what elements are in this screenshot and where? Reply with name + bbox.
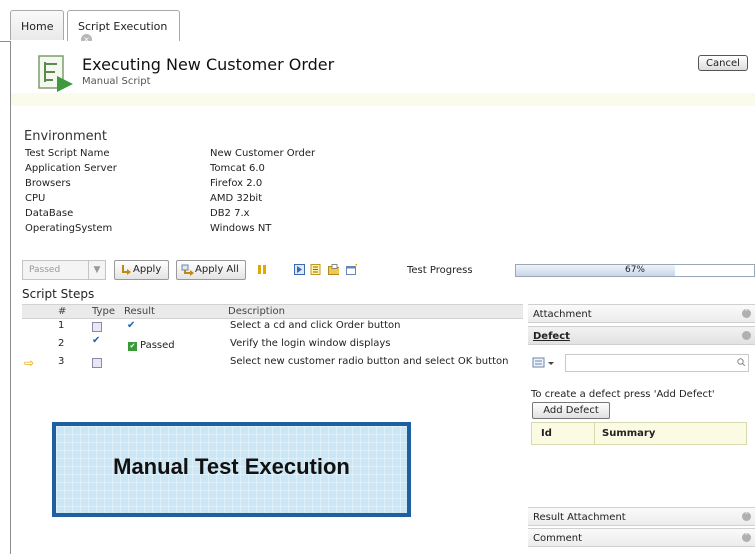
page-subtitle: Manual Script xyxy=(82,76,151,87)
search-icon[interactable] xyxy=(737,358,745,366)
step-num: 3 xyxy=(58,356,65,367)
add-defect-button[interactable]: Add Defect xyxy=(532,402,610,419)
env-value: Firefox 2.0 xyxy=(210,178,263,189)
environment-title: Environment xyxy=(24,129,108,144)
manual-step-icon xyxy=(92,358,102,368)
defect-search-bar xyxy=(531,354,753,373)
page-title: Executing New Customer Order xyxy=(82,55,335,74)
result-attachment-label: Result Attachment xyxy=(533,512,626,523)
step-result: ✔ Passed xyxy=(128,340,175,351)
cancel-button[interactable]: Cancel xyxy=(698,55,748,71)
step-into-icon[interactable] xyxy=(294,264,305,275)
col-id: Id xyxy=(541,428,552,439)
env-value: New Customer Order xyxy=(210,148,316,159)
filter-icon[interactable] xyxy=(531,356,559,371)
result-attachment-panel-header[interactable]: Result Attachment ˄ xyxy=(528,507,755,526)
apply-label: Apply xyxy=(133,264,162,275)
test-progress-bar: 67% xyxy=(515,264,755,277)
collapse-icon[interactable] xyxy=(742,331,751,340)
apply-all-icon xyxy=(181,264,194,276)
step-result-text: Passed xyxy=(140,340,175,351)
status-select[interactable]: Passed ▼ xyxy=(22,260,106,280)
tab-home[interactable]: Home xyxy=(10,10,64,40)
notes-icon[interactable] xyxy=(310,264,321,275)
progress-label: Test Progress xyxy=(407,265,473,276)
defect-table-header: Id Summary xyxy=(531,422,747,445)
apply-button[interactable]: Apply xyxy=(114,260,169,280)
step-row[interactable]: 2 ✔ ✔ Passed Verify the login window disp… xyxy=(22,335,523,353)
progress-text: 67% xyxy=(624,265,645,275)
defect-hint-text: To create a defect press 'Add Defect' xyxy=(531,389,715,400)
tab-label: Home xyxy=(21,20,54,33)
step-description: Select new customer radio button and sel… xyxy=(230,356,509,367)
attachment-label: Attachment xyxy=(533,309,592,320)
pause-icon[interactable] xyxy=(257,264,268,275)
manual-step-icon xyxy=(92,322,102,332)
env-value: AMD 32bit xyxy=(210,193,263,204)
script-icon xyxy=(38,55,73,92)
apply-all-label: Apply All xyxy=(195,264,239,275)
script-steps-title: Script Steps xyxy=(22,287,95,301)
overlay-text: Manual Test Execution xyxy=(113,454,350,479)
col-result: Result xyxy=(124,306,155,317)
header-band xyxy=(11,93,755,106)
tab-label: Script Execution xyxy=(78,20,168,33)
current-step-arrow-icon: ⇨ xyxy=(24,356,35,370)
step-num: 1 xyxy=(58,320,65,331)
env-label: Test Script Name xyxy=(25,148,110,159)
status-select-value: Passed xyxy=(29,265,61,275)
passed-icon: ✔ xyxy=(128,342,137,351)
env-value: Tomcat 6.0 xyxy=(210,163,265,174)
col-num: # xyxy=(58,306,67,317)
comment-label: Comment xyxy=(533,533,582,544)
folder-icon[interactable] xyxy=(328,264,339,275)
expand-icon[interactable]: ˄ xyxy=(742,512,751,521)
col-summary: Summary xyxy=(602,428,656,439)
expand-icon[interactable]: ˄ xyxy=(742,309,751,318)
col-description: Description xyxy=(228,306,285,317)
attachment-panel-header[interactable]: Attachment ˄ xyxy=(528,304,755,323)
expand-icon[interactable]: ˄ xyxy=(742,533,751,542)
step-description: Verify the login window displays xyxy=(230,338,391,349)
comment-panel-header[interactable]: Comment ˄ xyxy=(528,528,755,547)
apply-all-button[interactable]: Apply All xyxy=(176,260,246,280)
tab-bar: Home Script Execution× xyxy=(0,0,755,45)
steps-table-header: # Type Result Description xyxy=(22,304,523,319)
step-row[interactable]: 1 ✔ Select a cd and click Order button xyxy=(22,318,523,335)
env-label: DataBase xyxy=(25,208,74,219)
step-row[interactable]: 3 Select new customer radio button and s… xyxy=(22,354,523,371)
apply-icon xyxy=(122,265,131,275)
step-description: Select a cd and click Order button xyxy=(230,320,401,331)
env-label: CPU xyxy=(25,193,46,204)
env-label: OperatingSystem xyxy=(25,223,113,234)
verify-step-icon: ✔ xyxy=(92,335,101,346)
new-window-icon[interactable] xyxy=(346,264,357,275)
chevron-down-icon: ▼ xyxy=(88,261,105,279)
env-label: Application Server xyxy=(25,163,117,174)
col-type: Type xyxy=(92,306,115,317)
step-num: 2 xyxy=(58,338,65,349)
env-label: Browsers xyxy=(25,178,71,189)
defect-search-input[interactable] xyxy=(565,354,749,372)
column-divider xyxy=(594,423,595,444)
env-value: Windows NT xyxy=(210,223,272,234)
check-icon: ✔ xyxy=(127,320,136,331)
defect-panel-header[interactable]: Defect xyxy=(528,326,755,345)
defect-label: Defect xyxy=(533,331,570,342)
tab-script-execution[interactable]: Script Execution× xyxy=(67,10,180,45)
overlay-callout: Manual Test Execution xyxy=(52,422,411,517)
env-value: DB2 7.x xyxy=(210,208,250,219)
